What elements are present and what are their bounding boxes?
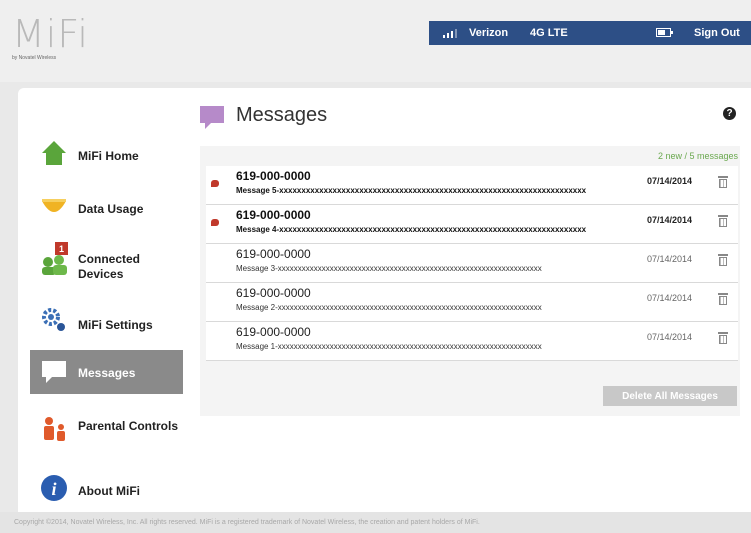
message-sender: 619-000-0000 (236, 325, 311, 339)
nav-about-mifi[interactable]: i About MiFi (30, 466, 183, 514)
network-type: 4G LTE (530, 27, 568, 39)
signal-icon (443, 28, 461, 38)
help-icon[interactable]: ? (723, 107, 736, 120)
message-row[interactable]: 619-000-0000 Message 5-xxxxxxxxxxxxxxxxx… (206, 166, 738, 205)
nav-connected-devices[interactable]: 1 Connected Devices (30, 234, 183, 290)
copyright-text: Copyright ©2014, Novatel Wireless, Inc. … (14, 519, 480, 526)
message-sender: 619-000-0000 (236, 247, 311, 261)
trash-icon[interactable] (718, 254, 728, 266)
page-title: Messages (236, 104, 328, 126)
gear-icon (42, 308, 65, 331)
carrier-name: Verizon (469, 27, 509, 39)
devices-badge: 1 (59, 244, 64, 254)
message-sender: 619-000-0000 (236, 208, 311, 222)
message-date: 07/14/2014 (647, 293, 693, 303)
unread-indicator-icon (211, 219, 219, 226)
data-usage-icon (42, 199, 66, 212)
message-count: 2 new / 5 messages (657, 151, 738, 161)
sign-out-link[interactable]: Sign Out (694, 27, 740, 39)
nav-data-usage[interactable]: Data Usage (30, 182, 183, 232)
message-date: 07/14/2014 (647, 332, 693, 342)
message-sender: 619-000-0000 (236, 286, 311, 300)
nav-parental-controls[interactable]: Parental Controls (30, 402, 183, 458)
footer: Copyright ©2014, Novatel Wireless, Inc. … (0, 512, 751, 533)
message-row[interactable]: 619-000-0000 Message 4-xxxxxxxxxxxxxxxxx… (206, 205, 738, 244)
nav-label: MiFi Home (78, 149, 139, 163)
info-icon: i (41, 475, 67, 501)
messages-title-icon (200, 106, 224, 129)
nav-label: Connected Devices (78, 252, 141, 281)
nav-label: Parental Controls (78, 419, 179, 433)
connected-devices-icon: 1 (42, 242, 68, 275)
message-date: 07/14/2014 (647, 215, 693, 225)
parental-controls-icon (44, 417, 65, 441)
unread-indicator-icon (211, 180, 219, 187)
nav-label: MiFi Settings (78, 318, 153, 332)
trash-icon[interactable] (718, 293, 728, 305)
message-preview: Message 4-xxxxxxxxxxxxxxxxxxxxxxxxxxxxxx… (236, 225, 587, 234)
message-preview: Message 3-xxxxxxxxxxxxxxxxxxxxxxxxxxxxxx… (236, 264, 542, 273)
header: MiFi by Novatel Wireless Verizon 4G LTE … (0, 0, 751, 82)
trash-icon[interactable] (718, 332, 728, 344)
nav-mifi-settings[interactable]: MiFi Settings (30, 294, 183, 348)
message-sender: 619-000-0000 (236, 169, 311, 183)
message-date: 07/14/2014 (647, 176, 693, 186)
nav-mifi-home[interactable]: MiFi Home (30, 130, 183, 180)
nav-messages[interactable]: Messages (30, 350, 183, 394)
nav-label: About MiFi (78, 484, 140, 498)
home-icon (42, 141, 66, 165)
message-preview: Message 1-xxxxxxxxxxxxxxxxxxxxxxxxxxxxxx… (236, 342, 542, 351)
message-bubble-icon (42, 361, 66, 383)
trash-icon[interactable] (718, 176, 728, 188)
status-bar: Verizon 4G LTE Sign Out (429, 21, 751, 45)
delete-all-messages-button[interactable]: Delete All Messages (603, 386, 737, 406)
messages-panel: 2 new / 5 messages 619-000-0000 Message … (200, 146, 740, 416)
svg-text:i: i (51, 479, 56, 499)
message-row[interactable]: 619-000-0000 Message 3-xxxxxxxxxxxxxxxxx… (206, 244, 738, 283)
message-preview: Message 2-xxxxxxxxxxxxxxxxxxxxxxxxxxxxxx… (236, 303, 542, 312)
message-date: 07/14/2014 (647, 254, 693, 264)
mifi-logo: MiFi by Novatel Wireless (12, 14, 89, 61)
trash-icon[interactable] (718, 215, 728, 227)
message-row[interactable]: 619-000-0000 Message 2-xxxxxxxxxxxxxxxxx… (206, 283, 738, 322)
message-preview: Message 5-xxxxxxxxxxxxxxxxxxxxxxxxxxxxxx… (236, 186, 587, 195)
logo-text: MiFi (12, 12, 89, 56)
nav-label: Messages (78, 366, 136, 380)
nav-label: Data Usage (78, 202, 144, 216)
message-row[interactable]: 619-000-0000 Message 1-xxxxxxxxxxxxxxxxx… (206, 322, 738, 361)
battery-icon (656, 28, 673, 37)
